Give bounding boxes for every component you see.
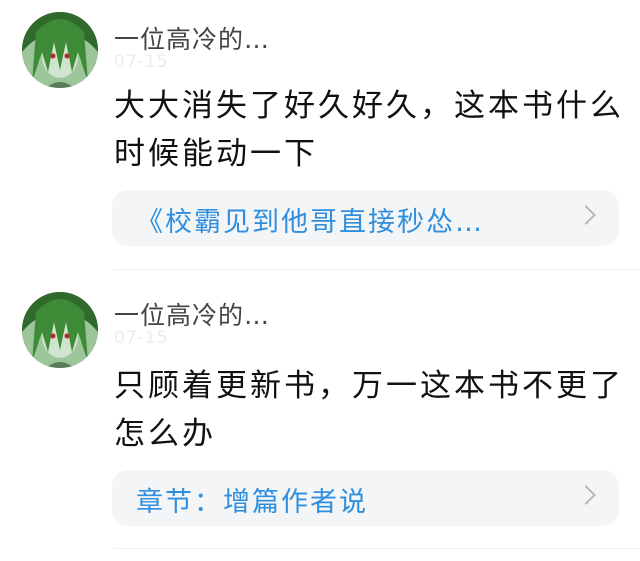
comment-username[interactable]: 一位高冷的… bbox=[114, 20, 270, 56]
chevron-right-icon bbox=[576, 485, 596, 505]
comment-text: 只顾着更新书，万一这本书不更了怎么办 bbox=[114, 368, 624, 452]
chapter-link-card[interactable]: 章节：增篇作者说 bbox=[112, 470, 619, 526]
avatar[interactable] bbox=[22, 292, 98, 368]
avatar-image bbox=[22, 12, 98, 88]
comment-item: 一位高冷的… 07-15 只顾着更新书，万一这本书不更了怎么办 章节：增篇作者说 bbox=[0, 280, 640, 552]
comment-text: 大大消失了好久好久，这本书什么时候能动一下 bbox=[114, 88, 624, 172]
chapter-link-label: 章节：增篇作者说 bbox=[136, 487, 368, 518]
avatar[interactable] bbox=[22, 12, 98, 88]
comment-date: 07-15 bbox=[114, 52, 169, 72]
chevron-right-icon bbox=[576, 205, 596, 225]
avatar-image bbox=[22, 292, 98, 368]
book-link-label: 《校霸见到他哥直接秒怂… bbox=[136, 207, 484, 238]
comment-username[interactable]: 一位高冷的… bbox=[114, 296, 270, 332]
comment-item: 一位高冷的… 07-15 大大消失了好久好久，这本书什么时候能动一下 《校霸见到… bbox=[0, 0, 640, 272]
divider bbox=[114, 269, 640, 270]
book-link-card[interactable]: 《校霸见到他哥直接秒怂… bbox=[112, 190, 619, 246]
comment-date: 07-15 bbox=[114, 328, 169, 348]
divider bbox=[114, 548, 640, 549]
